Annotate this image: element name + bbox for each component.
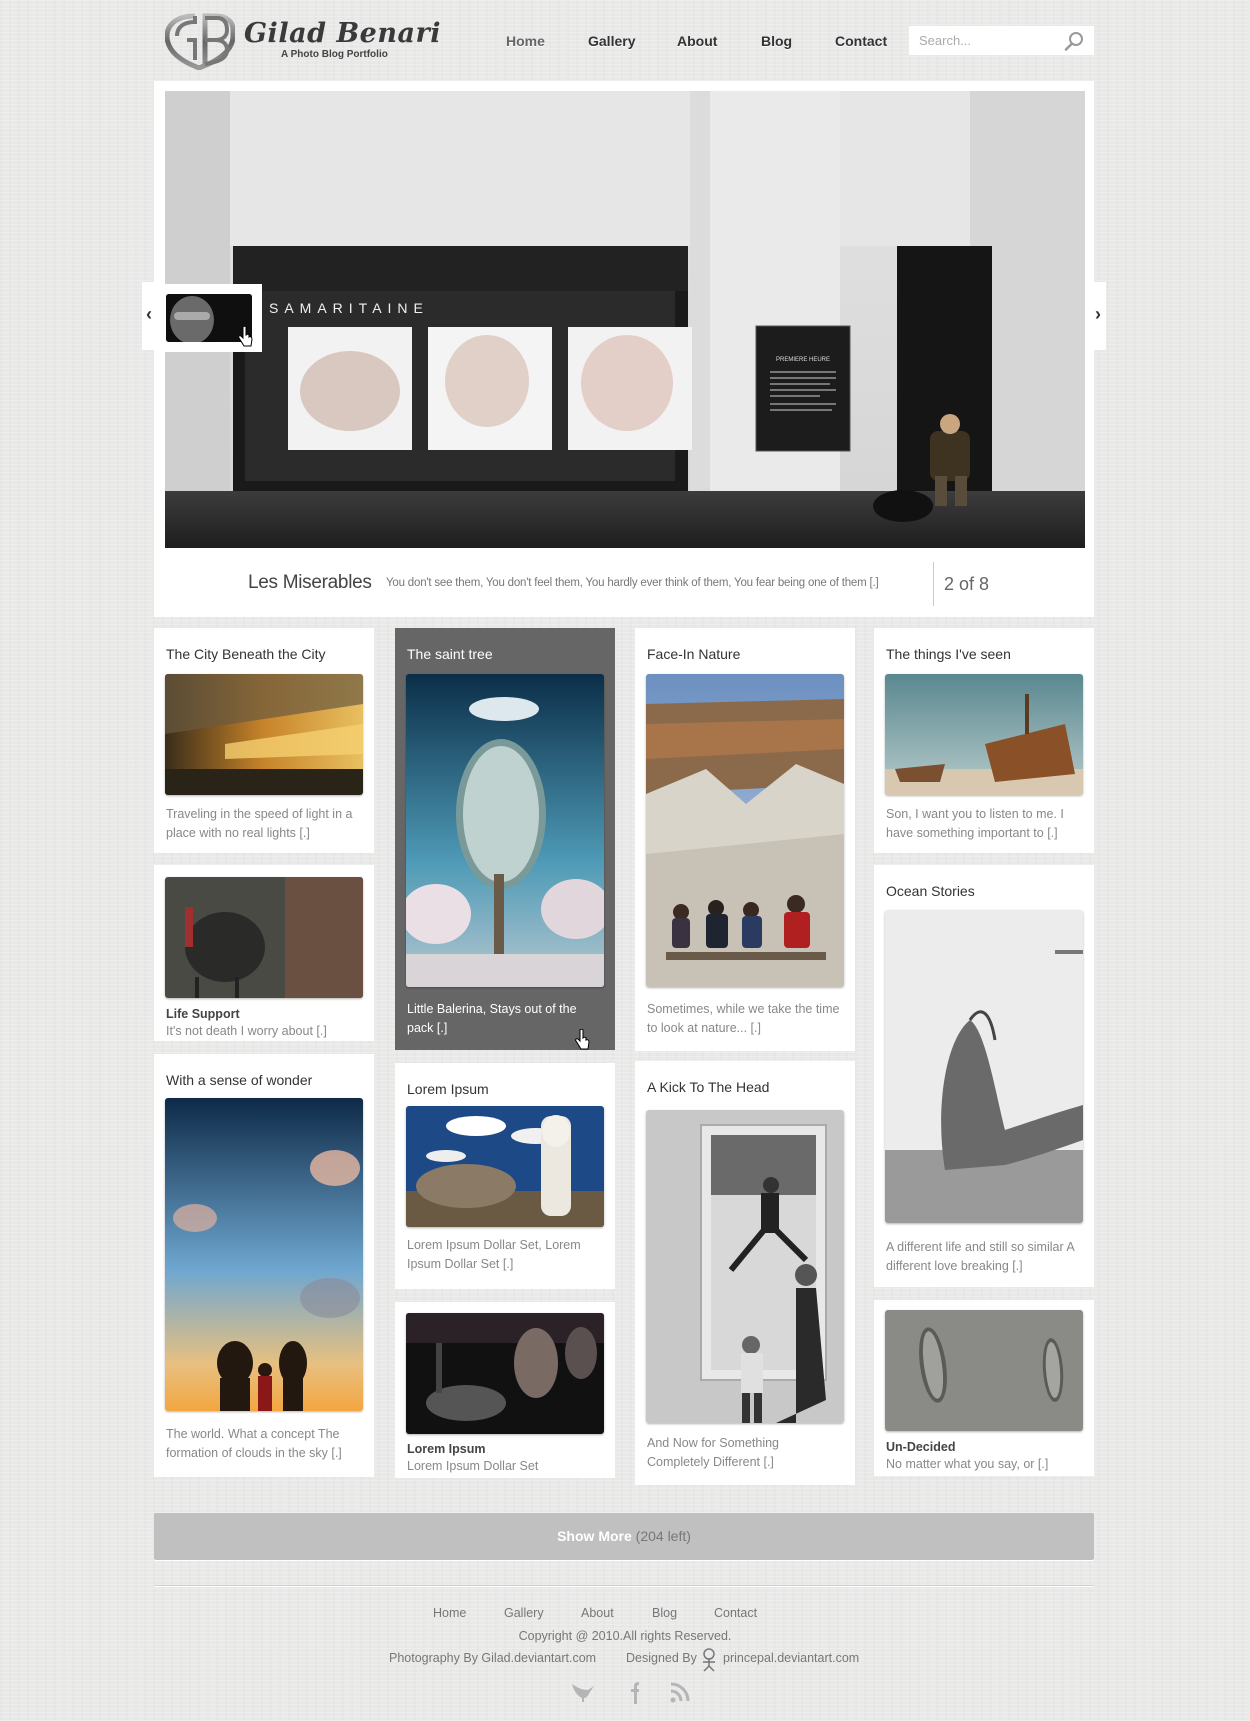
photography-credit-link[interactable]: Photography By Gilad.deviantart.com <box>389 1651 596 1665</box>
chevron-right-icon: › <box>1095 304 1101 324</box>
gallery-card[interactable]: The things I've seen Son, I want you to … <box>874 628 1094 853</box>
rss-icon[interactable] <box>668 1680 694 1704</box>
card-title[interactable]: With a sense of wonder <box>166 1072 312 1088</box>
card-photo[interactable] <box>885 674 1083 795</box>
card-description: Lorem Ipsum Dollar Set <box>407 1459 539 1473</box>
card-description: A different life and still so similar A … <box>886 1240 1075 1273</box>
slide-sign: SAMARITAINE <box>269 300 429 316</box>
caption-divider <box>933 562 934 606</box>
card-description: No matter what you say, or [.] <box>886 1457 1049 1471</box>
card-title[interactable]: Ocean Stories <box>886 883 975 899</box>
card-subtitle[interactable]: Lorem Ipsum <box>407 1442 486 1456</box>
logo-tagline: A Photo Blog Portfolio <box>281 49 388 60</box>
nav-gallery[interactable]: Gallery <box>588 33 635 49</box>
twitter-icon[interactable] <box>570 1680 596 1704</box>
card-description: Son, I want you to listen to me. I have … <box>886 807 1064 840</box>
chevron-left-icon: ‹ <box>146 304 152 324</box>
footer-divider <box>154 1585 1094 1586</box>
search-box <box>909 26 1094 55</box>
card-title[interactable]: Face-In Nature <box>647 646 740 662</box>
gallery-card[interactable]: The City Beneath the City Traveling in t… <box>154 628 374 853</box>
card-title[interactable]: The City Beneath the City <box>166 646 326 662</box>
slider-prev-button[interactable]: ‹ <box>142 282 154 350</box>
card-subtitle[interactable]: Un-Decided <box>886 1440 955 1454</box>
hand-cursor-icon <box>238 326 253 347</box>
designer-avatar-icon <box>703 1648 715 1672</box>
search-icon[interactable] <box>1064 31 1084 51</box>
logo-name[interactable]: Gilad Benari <box>244 18 441 49</box>
footer-link-contact[interactable]: Contact <box>714 1606 757 1620</box>
gallery-card[interactable]: Ocean Stories A different life and still… <box>874 865 1094 1287</box>
designed-by-label: Designed By <box>626 1651 697 1665</box>
gallery-card[interactable]: Face-In Nature Sometimes, while we take … <box>635 628 855 1051</box>
search-input[interactable] <box>917 32 1061 49</box>
card-description: Sometimes, while we take the time to loo… <box>647 1002 840 1035</box>
nav-home[interactable]: Home <box>506 33 545 49</box>
card-title[interactable]: The things I've seen <box>886 646 1011 662</box>
footer-link-gallery[interactable]: Gallery <box>504 1606 544 1620</box>
footer-link-blog[interactable]: Blog <box>652 1606 677 1620</box>
show-more-count: (204 left) <box>635 1528 691 1544</box>
svg-text:PREMIERE HEURE: PREMIERE HEURE <box>776 357 830 363</box>
nav-about[interactable]: About <box>677 33 717 49</box>
card-description: Little Balerina, Stays out of the pack [… <box>407 1002 577 1035</box>
footer-link-about[interactable]: About <box>581 1606 614 1620</box>
card-photo[interactable] <box>406 674 604 987</box>
card-description: Lorem Ipsum Dollar Set, Lorem Ipsum Doll… <box>407 1238 581 1271</box>
card-photo[interactable] <box>165 1098 363 1411</box>
gallery-card[interactable]: Life Support It's not death I worry abou… <box>154 865 374 1041</box>
card-subtitle[interactable]: Life Support <box>166 1007 240 1021</box>
card-title[interactable]: A Kick To The Head <box>647 1079 769 1095</box>
slider-next-button[interactable]: › <box>1094 282 1106 350</box>
slider-thumbnail-preview[interactable] <box>154 284 262 352</box>
gallery-card[interactable]: Un-Decided No matter what you say, or [.… <box>874 1300 1094 1476</box>
card-photo[interactable] <box>646 674 844 987</box>
card-photo[interactable] <box>885 1310 1083 1431</box>
card-description: The world. What a concept The formation … <box>166 1427 342 1460</box>
gallery-card[interactable]: Lorem Ipsum Lorem Ipsum Dollar Set <box>395 1302 615 1478</box>
footer-copyright: Copyright @ 2010.All rights Reserved. <box>518 1629 732 1643</box>
card-photo[interactable] <box>406 1106 604 1227</box>
slide-image[interactable]: SAMARITAINE PREMIERE HEURE <box>165 91 1085 548</box>
slide-caption-text: You don't see them, You don't feel them,… <box>386 577 879 589</box>
card-title[interactable]: Lorem Ipsum <box>407 1081 489 1097</box>
logo-monogram[interactable] <box>164 12 236 71</box>
gallery-card[interactable]: Lorem Ipsum Lorem Ipsum Dollar Set, Lore… <box>395 1063 615 1289</box>
card-photo[interactable] <box>646 1110 844 1423</box>
show-more-label: Show More <box>557 1528 632 1544</box>
footer-link-home[interactable]: Home <box>433 1606 466 1620</box>
card-photo[interactable] <box>406 1313 604 1434</box>
hand-cursor-icon <box>575 1029 590 1050</box>
card-photo[interactable] <box>165 877 363 998</box>
gallery-card[interactable]: A Kick To The Head And Now for Something… <box>635 1061 855 1485</box>
show-more-button[interactable]: Show More (204 left) <box>154 1513 1094 1560</box>
slide-counter: 2 of 8 <box>944 574 990 594</box>
svg-text:SAMARITAINE: SAMARITAINE <box>269 300 429 316</box>
card-description: And Now for Something Completely Differe… <box>647 1436 780 1469</box>
designer-link[interactable]: princepal.deviantart.com <box>723 1651 859 1665</box>
nav-blog[interactable]: Blog <box>761 33 792 49</box>
nav-contact[interactable]: Contact <box>835 33 887 49</box>
slide-caption-title[interactable]: Les Miserables <box>248 572 372 594</box>
gallery-card-highlighted[interactable]: The saint tree Little Balerina, Stays ou… <box>395 628 615 1050</box>
gallery-card[interactable]: With a sense of wonder The world. What a… <box>154 1054 374 1477</box>
facebook-icon[interactable] <box>622 1680 648 1704</box>
card-description: Traveling in the speed of light in a pla… <box>166 807 353 840</box>
card-photo[interactable] <box>165 674 363 795</box>
card-title[interactable]: The saint tree <box>407 646 493 662</box>
card-photo[interactable] <box>885 910 1083 1223</box>
card-description: It's not death I worry about [.] <box>166 1024 327 1038</box>
